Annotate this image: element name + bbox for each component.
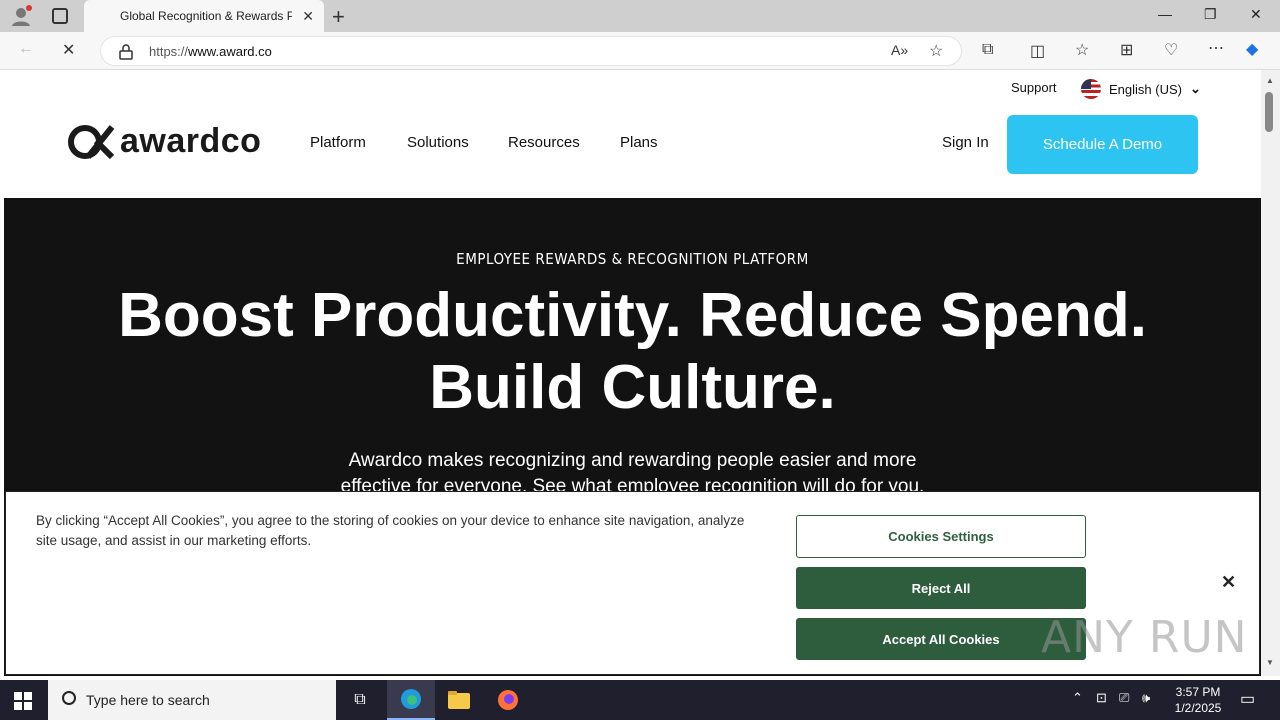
back-icon[interactable]: ← xyxy=(18,40,34,58)
awardco-logo[interactable]: awardco xyxy=(66,122,261,161)
read-aloud-icon[interactable]: A» xyxy=(891,42,908,58)
clock-date: 1/2/2025 xyxy=(1174,701,1222,715)
hero-eyebrow: EMPLOYEE REWARDS & RECOGNITION PLATFORM xyxy=(456,250,809,268)
collections-icon[interactable]: ⊞ xyxy=(1120,40,1133,60)
us-flag-icon xyxy=(1081,79,1101,99)
nav-solutions[interactable]: Solutions xyxy=(407,134,469,151)
windows-taskbar: Type here to search ⧉ ⌃ ⊡ ⎚ 🕪 3:57 PM 1/… xyxy=(0,680,1280,720)
new-tab-icon[interactable]: + xyxy=(332,4,345,30)
copilot-icon[interactable]: ◆ xyxy=(1246,39,1258,59)
tab-close-icon[interactable]: ✕ xyxy=(302,8,314,25)
task-view-icon[interactable]: ⧉ xyxy=(336,680,384,720)
close-icon[interactable]: ✕ xyxy=(1221,572,1236,593)
support-link[interactable]: Support xyxy=(1011,80,1057,95)
chevron-down-icon: ⌄ xyxy=(1189,81,1201,96)
hero-headline-line1: Boost Productivity. Reduce Spend. xyxy=(118,281,1147,350)
anyrun-watermark: ANY RUN xyxy=(1041,612,1248,663)
language-label: English (US) xyxy=(1109,81,1182,97)
windows-start-icon[interactable] xyxy=(14,692,32,710)
nav-plans[interactable]: Plans xyxy=(620,134,658,151)
favorite-star-icon[interactable]: ☆ xyxy=(929,41,943,61)
tab-actions-icon[interactable] xyxy=(52,8,68,24)
settings-more-icon[interactable]: ⋯ xyxy=(1208,38,1224,58)
sign-in-link[interactable]: Sign In xyxy=(942,134,989,151)
profile-icon[interactable] xyxy=(10,5,32,27)
awardco-logo-mark-icon xyxy=(68,124,115,159)
browser-essentials-icon[interactable]: ♡ xyxy=(1164,40,1178,60)
tray-chevron-up-icon[interactable]: ⌃ xyxy=(1072,690,1083,706)
scroll-down-icon[interactable]: ▼ xyxy=(1266,658,1274,667)
language-selector[interactable]: English (US) ⌄ xyxy=(1081,79,1201,99)
address-toolbar: ← ✕ https://www.award.co A» ☆ ⧉ ◫ ☆ ⊞ ♡ … xyxy=(0,32,1280,70)
firefox-icon[interactable] xyxy=(484,680,532,720)
cookies-settings-button[interactable]: Cookies Settings xyxy=(796,515,1086,558)
browser-tab-strip: Global Recognition & Rewards Pl ✕ + — ❐ … xyxy=(0,0,1280,32)
tab-title: Global Recognition & Rewards Pl xyxy=(120,9,292,23)
notifications-icon[interactable]: ▭ xyxy=(1240,689,1255,709)
schedule-demo-button[interactable]: Schedule A Demo xyxy=(1007,115,1198,174)
logo-text: awardco xyxy=(120,122,262,160)
url-text: https://www.award.co xyxy=(149,44,272,59)
nav-resources[interactable]: Resources xyxy=(508,134,580,151)
search-icon xyxy=(62,691,76,705)
browser-tab[interactable]: Global Recognition & Rewards Pl ✕ xyxy=(84,0,324,32)
meet-now-icon[interactable]: ⊡ xyxy=(1096,690,1107,706)
favorites-icon[interactable]: ☆ xyxy=(1075,40,1089,60)
page-scrollbar[interactable]: ▲ ▼ xyxy=(1261,70,1280,676)
hero-headline: Boost Productivity. Reduce Spend. Build … xyxy=(4,280,1261,424)
close-window-icon[interactable]: ✕ xyxy=(1250,6,1262,23)
system-clock[interactable]: 3:57 PM 1/2/2025 xyxy=(1168,684,1228,716)
cookie-text: By clicking “Accept All Cookies”, you ag… xyxy=(36,513,745,548)
extensions-icon[interactable]: ⧉ xyxy=(982,41,993,59)
hero-headline-line2: Build Culture. xyxy=(429,353,836,422)
lock-icon[interactable] xyxy=(119,44,133,60)
scroll-up-icon[interactable]: ▲ xyxy=(1266,76,1274,85)
file-explorer-icon[interactable] xyxy=(435,680,483,720)
stop-loading-icon[interactable]: ✕ xyxy=(62,40,75,60)
clock-time: 3:57 PM xyxy=(1175,685,1221,699)
taskbar-search-input[interactable]: Type here to search xyxy=(48,680,336,720)
reject-all-button[interactable]: Reject All xyxy=(796,567,1086,609)
address-bar[interactable]: https://www.award.co A» ☆ xyxy=(100,36,962,66)
restore-icon[interactable]: ❐ xyxy=(1204,6,1217,23)
network-icon[interactable]: ⎚ xyxy=(1119,690,1129,706)
minimize-icon[interactable]: — xyxy=(1158,6,1172,22)
volume-icon[interactable]: 🕪 xyxy=(1142,690,1150,706)
cookie-consent-banner: By clicking “Accept All Cookies”, you ag… xyxy=(5,491,1260,675)
split-screen-icon[interactable]: ◫ xyxy=(1030,41,1045,61)
nav-platform[interactable]: Platform xyxy=(310,134,366,151)
search-placeholder: Type here to search xyxy=(86,692,210,708)
scroll-thumb[interactable] xyxy=(1265,92,1273,132)
edge-taskbar-icon[interactable] xyxy=(387,680,435,720)
